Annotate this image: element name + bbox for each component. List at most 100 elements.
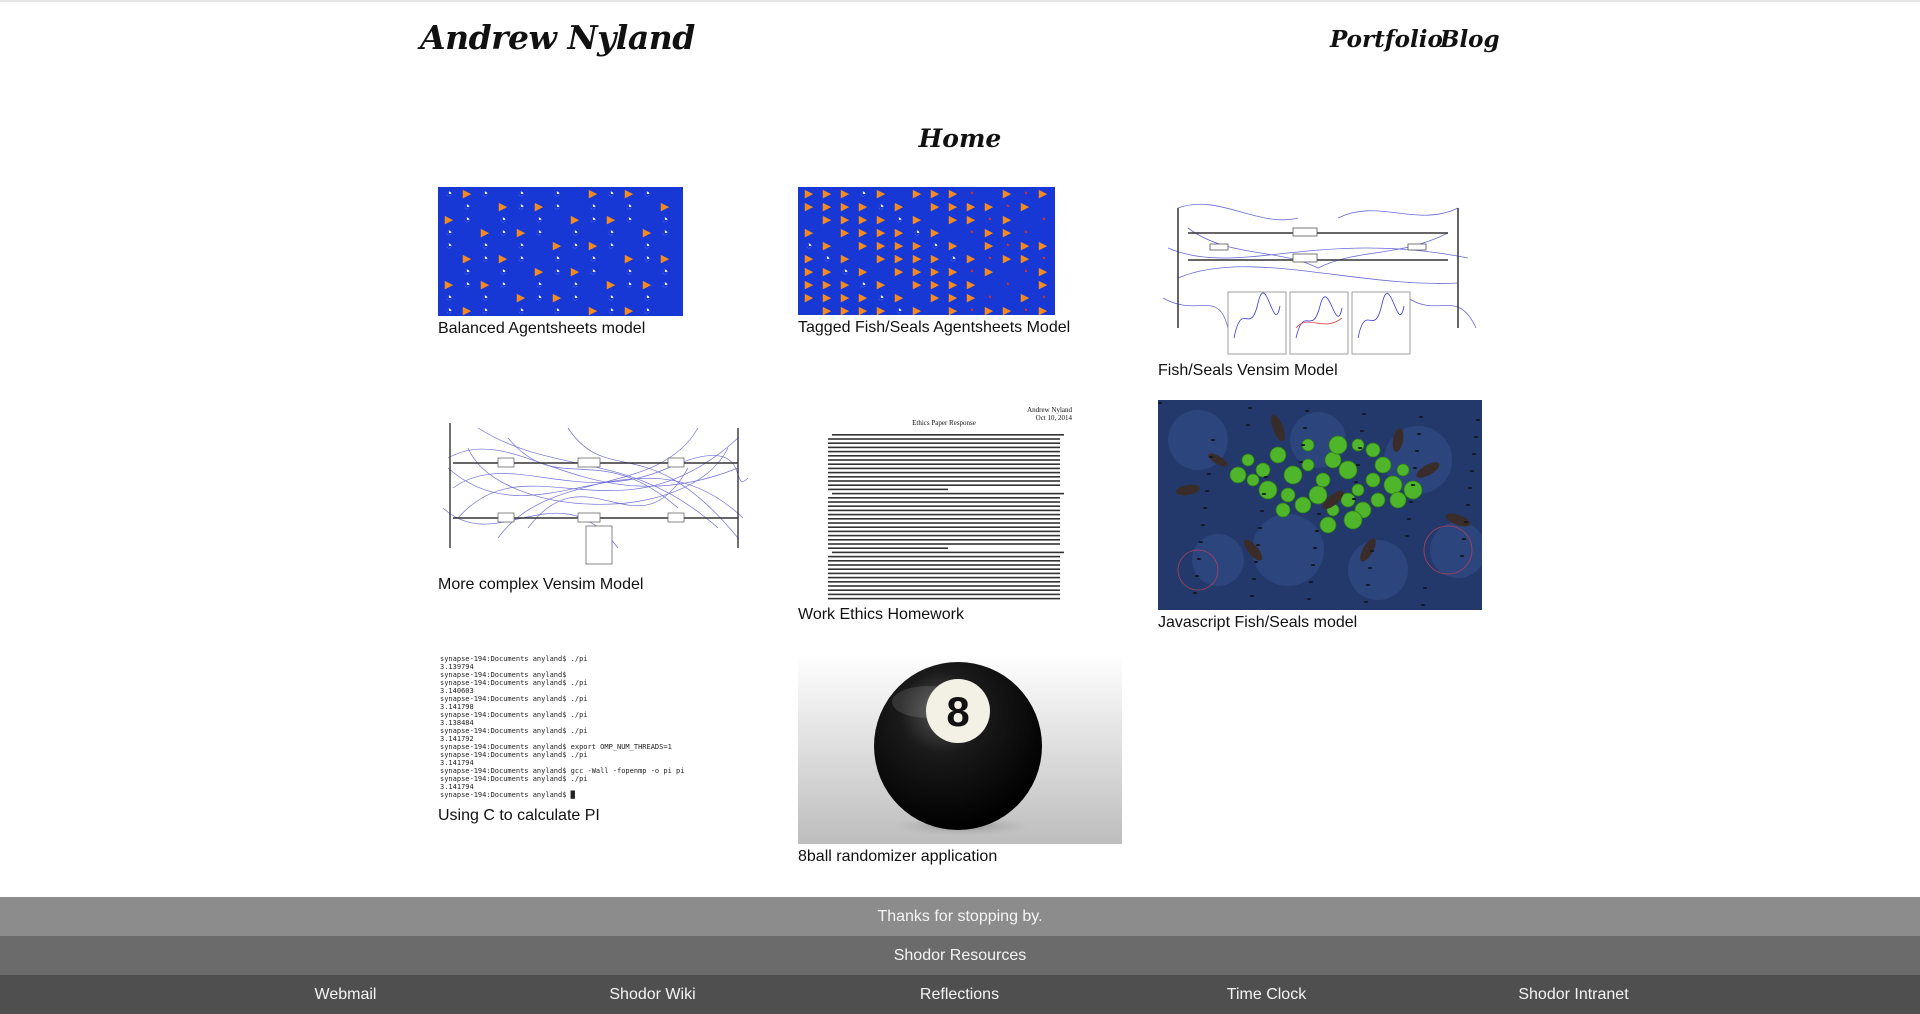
small-fish-dot <box>1365 584 1371 586</box>
paper-text-line <box>828 497 1060 499</box>
terminal-line: synapse-194:Documents anyland$ ./pi <box>440 775 588 783</box>
complex-vensim-thumbnail[interactable] <box>438 408 754 568</box>
fish-agent-icon: ▶ <box>930 266 940 278</box>
site-brand-link[interactable]: Andrew Nyland <box>420 18 695 57</box>
fish-agent-icon: ▶ <box>804 188 814 200</box>
fish-agent-icon: ▶ <box>948 279 958 291</box>
seal-agent-icon: ◔ <box>553 266 561 278</box>
nav-blog[interactable]: Blog <box>1440 26 1500 53</box>
project-caption[interactable]: Tagged Fish/Seals Agentsheets Model <box>798 319 1070 337</box>
project-card-complex-vensim[interactable]: More complex Vensim Model <box>438 408 758 598</box>
fish-agent-icon: ▶ <box>822 188 832 200</box>
seal-agent-icon: ◔ <box>571 292 579 304</box>
fish-agent-icon: ▶ <box>894 240 904 252</box>
algae-blob <box>1370 492 1386 508</box>
8ball-thumbnail[interactable]: 8 <box>798 654 1122 844</box>
small-fish-dot <box>1255 544 1261 546</box>
algae-blob <box>1338 460 1358 480</box>
small-fish-dot <box>1200 524 1206 526</box>
project-card-javascript-fish-seals[interactable]: Javascript Fish/Seals model <box>1158 400 1488 636</box>
fish-agent-icon: ▶ <box>984 266 994 278</box>
project-card-balanced-agentsheets[interactable]: ◔ ▶ ◔ ◔ ◔ ▶ ◔ ▶ ◔ ◔ ▶ ◔ ▶ ◔ ◔ ◔ ▶ ▶ ◔ ◔ ◔ ▶ ◔ ▶ ◔ ◔ ◔ ▶ ◔ ▶ ◔ ◔ ◔ ▶ ◔ ◔ ◔ ◔ ▶ ◔… <box>438 187 698 342</box>
seal-agent-icon: ◔ <box>985 214 993 226</box>
small-fish-dot <box>1359 430 1365 432</box>
small-fish-dot <box>1300 444 1306 446</box>
footer-link-time-clock[interactable]: Time Clock <box>1113 975 1420 1014</box>
small-fish-dot <box>1302 427 1308 429</box>
fish-agent-icon: ▶ <box>624 188 634 200</box>
paper-text-line <box>828 530 1060 533</box>
seal-agent-icon: ◔ <box>643 253 651 265</box>
small-fish-dot <box>1422 587 1428 589</box>
footer-link-shodor-wiki[interactable]: Shodor Wiki <box>499 975 806 1014</box>
fish-agent-icon: ▶ <box>930 227 940 239</box>
tagged-agentsheets-thumbnail[interactable]: ▶ ▶ ▶ ◔ ▶ ▶ ▶ ▶ ◔ ▶ ◔ ▶ ▶ ▶ ▶ ▶ ◔ ▶ ▶ ▶ ▶ ▶ ◔ ▶ ▶ ▶ ▶ ▶ ◔ ▶ ▶ ▶ ◔ ▶ ◔ ▶ ▶ ▶ ▶ ▶… <box>798 187 1055 315</box>
project-card-work-ethics[interactable]: Andrew Nyland Oct 10, 2014 Ethics Paper … <box>798 404 1098 624</box>
project-caption[interactable]: Using C to calculate PI <box>438 807 600 825</box>
javascript-fish-seals-thumbnail[interactable] <box>1158 400 1482 610</box>
project-caption[interactable]: More complex Vensim Model <box>438 576 643 594</box>
paper-text-line <box>828 501 1060 503</box>
footer-link-webmail[interactable]: Webmail <box>192 975 499 1014</box>
terminal-line: 3.141794 <box>440 783 474 791</box>
small-fish-dot <box>1261 493 1267 495</box>
fish-seals-vensim-thumbnail[interactable] <box>1158 188 1482 356</box>
fish-agent-icon: ▶ <box>930 201 940 213</box>
paper-text-line <box>828 572 1060 575</box>
paper-text-line <box>828 446 1060 449</box>
fish-agent-icon: ▶ <box>606 214 616 226</box>
algae-blob <box>1343 510 1363 530</box>
paper-text-line <box>828 480 1060 482</box>
fish-agent-icon: ▶ <box>840 279 850 291</box>
paper-text-line <box>828 459 1060 461</box>
algae-blob <box>1351 483 1365 497</box>
fish-agent-icon: ▶ <box>948 214 958 226</box>
project-caption[interactable]: 8ball randomizer application <box>798 848 997 866</box>
small-fish-dot <box>1475 419 1481 421</box>
fish-agent-icon: ▶ <box>948 305 958 315</box>
small-fish-dot <box>1158 402 1163 404</box>
balanced-agentsheets-thumbnail[interactable]: ◔ ▶ ◔ ◔ ◔ ▶ ◔ ▶ ◔ ◔ ▶ ◔ ▶ ◔ ◔ ◔ ▶ ▶ ◔ ◔ ◔ ▶ ◔ ▶ ◔ ◔ ◔ ▶ ◔ ▶ ◔ ◔ ◔ ▶ ◔ ◔ ◔ ◔ ▶ ◔… <box>438 187 683 316</box>
page-title: Home <box>918 124 1002 153</box>
work-ethics-thumbnail[interactable]: Andrew Nyland Oct 10, 2014 Ethics Paper … <box>798 404 1090 602</box>
paper-text-line <box>832 434 1064 436</box>
project-caption[interactable]: Javascript Fish/Seals model <box>1158 614 1357 632</box>
terminal-line: synapse-194:Documents anyland$ gcc -Wall… <box>440 767 685 775</box>
seal-agent-icon: ◔ <box>895 214 903 226</box>
fish-agent-icon: ▶ <box>822 214 832 226</box>
small-fish-dot <box>1202 507 1208 509</box>
seal-agent-icon: ◔ <box>571 279 579 291</box>
seal-agent-icon: ◔ <box>535 227 543 239</box>
paper-text-line <box>828 518 1060 520</box>
project-card-c-pi[interactable]: synapse-194:Documents anyland$ ./pi 3.139… <box>438 655 698 830</box>
project-caption[interactable]: Balanced Agentsheets model <box>438 320 645 338</box>
paper-text-line <box>828 463 1060 465</box>
footer-link-shodor-intranet[interactable]: Shodor Intranet <box>1420 975 1727 1014</box>
seal-agent-icon: ◔ <box>967 266 975 278</box>
project-card-8ball[interactable]: 8 8ball randomizer application <box>798 654 1128 868</box>
small-fish-dot <box>1198 541 1204 543</box>
nav-portfolio[interactable]: Portfolio <box>1330 26 1443 53</box>
seal-agent-icon: ◔ <box>463 266 471 278</box>
small-fish-dot <box>1298 461 1304 463</box>
project-caption[interactable]: Work Ethics Homework <box>798 606 964 624</box>
paper-text-line <box>828 547 948 549</box>
project-card-tagged-agentsheets[interactable]: ▶ ▶ ▶ ◔ ▶ ▶ ▶ ▶ ◔ ▶ ◔ ▶ ▶ ▶ ▶ ▶ ◔ ▶ ▶ ▶ ▶ ▶ ◔ ▶ ▶ ▶ ▶ ▶ ◔ ▶ ▶ ▶ ◔ ▶ ◔ ▶ ▶ ▶ ▶ ▶… <box>798 187 1098 342</box>
fish-agent-icon: ▶ <box>930 253 940 265</box>
seal-agent-icon: ◔ <box>661 279 669 291</box>
project-card-fish-seals-vensim[interactable]: Fish/Seals Vensim Model <box>1158 188 1488 383</box>
fish-agent-icon: ▶ <box>1002 305 1012 315</box>
fish-agent-icon: ▶ <box>984 305 994 315</box>
terminal-line: synapse-194:Documents anyland$ <box>440 671 567 679</box>
seal-agent-icon: ◔ <box>1003 201 1011 213</box>
terminal-line: synapse-194:Documents anyland$ ./pi <box>440 695 588 703</box>
project-caption[interactable]: Fish/Seals Vensim Model <box>1158 362 1338 380</box>
small-fish-dot <box>1249 595 1255 597</box>
algae-blob <box>1324 451 1342 469</box>
footer-link-reflections[interactable]: Reflections <box>806 975 1113 1014</box>
seal-agent-icon: ◔ <box>481 188 489 200</box>
small-fish-dot <box>1314 530 1320 532</box>
fish-agent-icon: ▶ <box>498 201 508 213</box>
c-pi-terminal-thumbnail[interactable]: synapse-194:Documents anyland$ ./pi 3.139… <box>438 655 685 803</box>
fish-agent-icon: ▶ <box>552 292 562 304</box>
